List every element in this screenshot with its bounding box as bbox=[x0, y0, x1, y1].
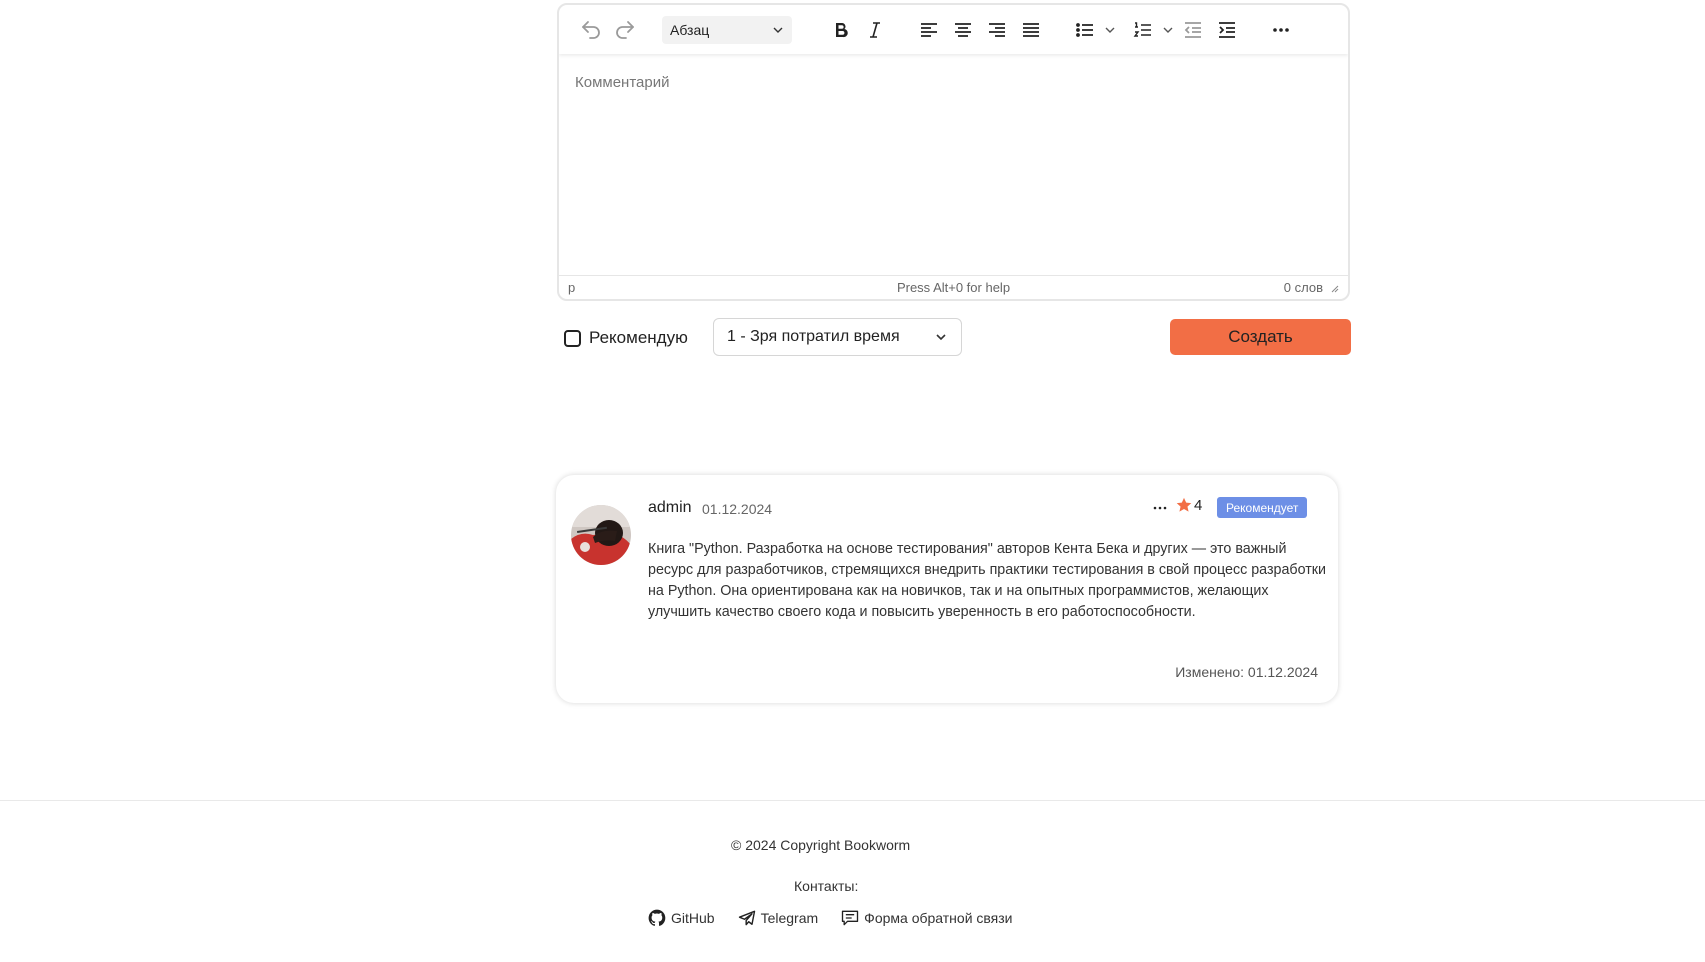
comment-textarea[interactable]: Комментарий bbox=[559, 54, 1348, 279]
chevron-down-icon bbox=[1163, 27, 1173, 33]
redo-icon bbox=[616, 20, 634, 39]
numbered-list-icon bbox=[1133, 21, 1151, 37]
bullet-list-button[interactable] bbox=[1068, 13, 1102, 47]
footer: © 2024 Copyright Bookworm Контакты: GitH… bbox=[0, 800, 1705, 962]
bullet-list-icon bbox=[1076, 22, 1093, 37]
numbered-list-button[interactable] bbox=[1126, 13, 1160, 47]
numbered-list-options[interactable] bbox=[1160, 13, 1176, 47]
contacts-label: Контакты: bbox=[794, 878, 859, 894]
comment-rating-value: 4 bbox=[1194, 496, 1203, 514]
feedback-link-label: Форма обратной связи bbox=[864, 910, 1013, 926]
align-right-icon bbox=[989, 22, 1005, 37]
telegram-link[interactable]: Telegram bbox=[737, 908, 819, 928]
create-button-label: Создать bbox=[1228, 327, 1293, 346]
outdent-icon bbox=[1184, 21, 1201, 38]
more-button[interactable] bbox=[1264, 13, 1298, 47]
comment-editor: Абзац Комментарий p Press Alt+0 for help… bbox=[557, 3, 1350, 301]
feedback-icon bbox=[842, 910, 859, 926]
comment-menu-button[interactable] bbox=[1148, 499, 1172, 517]
align-justify-button[interactable] bbox=[1014, 13, 1048, 47]
rating-select[interactable]: 1 - Зря потратил время bbox=[713, 318, 962, 356]
create-button[interactable]: Создать bbox=[1170, 319, 1351, 355]
align-center-button[interactable] bbox=[946, 13, 980, 47]
more-icon bbox=[1153, 506, 1167, 510]
comment-card: admin 01.12.2024 4 Рекомендует Книга "Py… bbox=[556, 475, 1338, 703]
indent-button[interactable] bbox=[1210, 13, 1244, 47]
github-link[interactable]: GitHub bbox=[647, 908, 715, 928]
align-left-button[interactable] bbox=[912, 13, 946, 47]
github-icon bbox=[648, 909, 666, 926]
undo-icon bbox=[582, 20, 600, 39]
redo-button[interactable] bbox=[608, 13, 642, 47]
feedback-link[interactable]: Форма обратной связи bbox=[840, 908, 1013, 928]
recommend-checkbox[interactable]: Рекомендую bbox=[564, 328, 688, 348]
align-center-icon bbox=[955, 22, 971, 37]
comment-author[interactable]: admin bbox=[648, 499, 692, 517]
italic-icon bbox=[870, 21, 880, 38]
star-icon bbox=[1176, 497, 1192, 512]
align-left-icon bbox=[921, 22, 937, 37]
comment-text: Книга "Python. Разработка на основе тест… bbox=[648, 541, 1327, 620]
comment-edited: Изменено: 01.12.2024 bbox=[1175, 664, 1318, 680]
recommend-label: Рекомендую bbox=[589, 328, 688, 347]
bold-button[interactable] bbox=[824, 13, 858, 47]
chevron-down-icon bbox=[936, 334, 946, 341]
bold-icon bbox=[836, 22, 848, 37]
more-icon bbox=[1273, 27, 1289, 32]
block-format-select[interactable]: Абзац bbox=[662, 15, 792, 44]
checkbox-box[interactable] bbox=[564, 329, 581, 347]
indent-icon bbox=[1219, 21, 1235, 38]
avatar[interactable] bbox=[571, 505, 631, 565]
telegram-icon bbox=[738, 910, 755, 926]
align-right-button[interactable] bbox=[980, 13, 1014, 47]
bullet-list-options[interactable] bbox=[1102, 13, 1118, 47]
element-path[interactable]: p bbox=[568, 280, 575, 295]
rating-select-value: 1 - Зря потратил время bbox=[727, 328, 900, 345]
block-format-value: Абзац bbox=[670, 21, 710, 38]
recommend-badge: Рекомендует bbox=[1217, 497, 1308, 518]
github-link-label: GitHub bbox=[671, 910, 715, 926]
editor-statusbar: p Press Alt+0 for help 0 слов bbox=[559, 275, 1348, 299]
italic-button[interactable] bbox=[858, 13, 892, 47]
contact-links: GitHub Telegram Форма обратной связи bbox=[647, 908, 1035, 928]
comment-placeholder: Комментарий bbox=[575, 74, 670, 91]
outdent-button[interactable] bbox=[1176, 13, 1210, 47]
comment-date: 01.12.2024 bbox=[702, 501, 773, 517]
telegram-link-label: Telegram bbox=[760, 910, 819, 926]
word-count[interactable]: 0 слов bbox=[1284, 280, 1323, 295]
editor-toolbar: Абзац bbox=[559, 5, 1348, 54]
chevron-down-icon bbox=[773, 27, 783, 33]
editor-help-text: Press Alt+0 for help bbox=[896, 280, 1011, 295]
resize-handle-icon[interactable] bbox=[1329, 283, 1339, 293]
chevron-down-icon bbox=[1105, 27, 1115, 33]
align-justify-icon bbox=[1023, 22, 1039, 37]
comment-rating: 4 bbox=[1175, 496, 1202, 514]
copyright: © 2024 Copyright Bookworm bbox=[731, 837, 911, 853]
undo-button[interactable] bbox=[574, 13, 608, 47]
